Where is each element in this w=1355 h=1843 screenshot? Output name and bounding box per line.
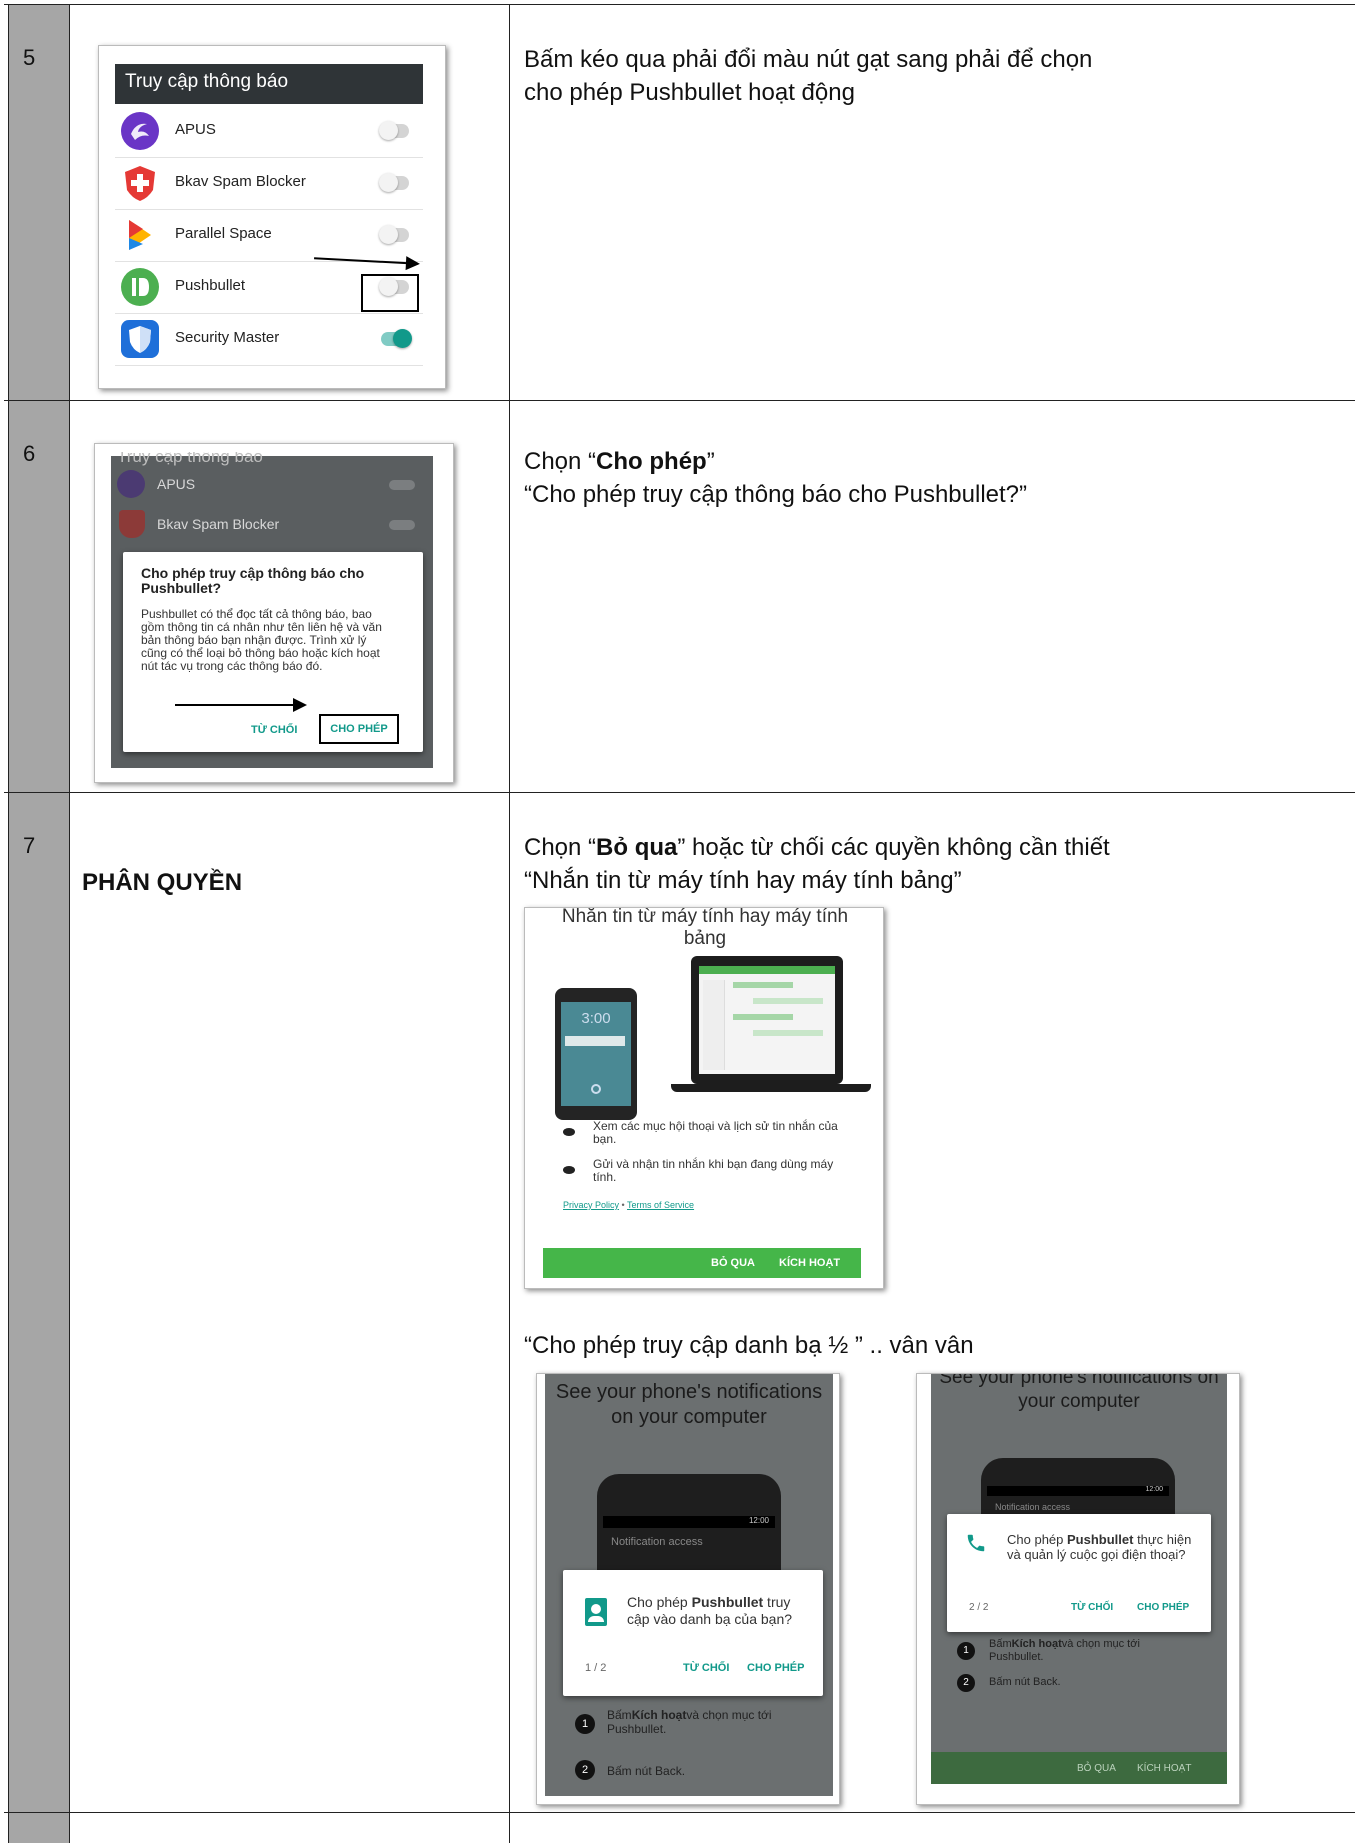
list-item-bkav[interactable]: Bkav Spam Blocker <box>115 158 423 210</box>
row-number: 6 <box>8 401 70 792</box>
table-row-5: 5 Truy cập thông báo APUS Bkav Spam Bloc… <box>4 4 1355 400</box>
laptop-illustration <box>691 956 843 1084</box>
screen-title: See your phone's notifications on your c… <box>939 1373 1219 1412</box>
security-shield-icon <box>121 320 159 358</box>
table-row-7: 7 PHÂN QUYỀN Chọn “Bỏ qua” hoặc từ chối … <box>4 792 1355 1812</box>
allow-button[interactable]: CHO PHÉP <box>747 1662 804 1674</box>
page-counter: 2 / 2 <box>969 1602 989 1613</box>
bullet-text: Xem các mục hội thoại và lịch sử tin nhắ… <box>593 1119 838 1146</box>
dialog-title: Cho phép truy cập thông báo cho Pushbull… <box>141 565 365 596</box>
permission-dialog: Cho phép Pushbullet thực hiện và quản lý… <box>947 1514 1211 1632</box>
permission-dialog: Cho phép truy cập thông báo cho Pushbull… <box>123 552 423 752</box>
row-number: 7 <box>8 793 70 1812</box>
permission-dialog: Cho phép Pushbullet truy cập vào danh bạ… <box>563 1570 823 1696</box>
privacy-policy-link[interactable]: Privacy Policy <box>563 1200 619 1210</box>
screen-title: See your phone's notifications on your c… <box>555 1381 823 1428</box>
toggle-switch[interactable] <box>379 225 409 244</box>
deny-button[interactable]: TỪ CHỐI <box>683 1662 729 1674</box>
table-row-8 <box>4 1812 1355 1843</box>
screenshot-sms-onboarding: Nhắn tin từ máy tính hay máy tính bảng 3… <box>524 907 884 1289</box>
app-name: Parallel Space <box>175 225 272 242</box>
page-counter: 1 / 2 <box>585 1662 607 1674</box>
shield-plus-icon <box>119 510 145 538</box>
list-item-parallel-space[interactable]: Parallel Space <box>115 210 423 262</box>
step-description-contacts: “Cho phép truy cập danh bạ ½ ” .. vân vâ… <box>524 1332 974 1359</box>
terms-link[interactable]: Terms of Service <box>627 1200 694 1210</box>
action-bar: BỎ QUA KÍCH HOẠT <box>543 1248 861 1278</box>
pushbullet-icon <box>121 268 159 306</box>
list-item-apus[interactable]: APUS <box>115 106 423 158</box>
activate-button[interactable]: KÍCH HOẠT <box>1137 1763 1191 1774</box>
shield-plus-icon <box>121 164 159 202</box>
highlight-box <box>361 274 419 312</box>
app-name: APUS <box>175 121 216 138</box>
phone-illustration: 3:00 <box>555 988 637 1120</box>
screenshot-allow-dialog: Truy cập thông báo APUS Bkav Spam Blocke… <box>94 443 454 783</box>
table-row-6: 6 Truy cập thông báo APUS Bkav Spam Bloc… <box>4 400 1355 792</box>
screen-header: Truy cập thông báo <box>115 64 423 104</box>
deny-button[interactable]: TỪ CHỐI <box>1071 1602 1113 1613</box>
list-item-security-master[interactable]: Security Master <box>115 314 423 366</box>
activate-button[interactable]: KÍCH HOẠT <box>779 1257 840 1269</box>
skip-button[interactable]: BỎ QUA <box>711 1257 755 1269</box>
step-1-badge: 1 <box>957 1642 975 1660</box>
section-title: PHÂN QUYỀN <box>82 869 243 896</box>
document-page: 5 Truy cập thông báo APUS Bkav Spam Bloc… <box>0 0 1355 1843</box>
dialog-body: Pushbullet có thể đọc tất cả thông báo, … <box>141 607 382 673</box>
screenshot-notification-access: Truy cập thông báo APUS Bkav Spam Blocke… <box>98 45 446 389</box>
apus-icon <box>117 470 145 498</box>
step-2-badge: 2 <box>575 1760 595 1780</box>
skip-button[interactable]: BỎ QUA <box>1077 1763 1116 1774</box>
step-1-badge: 1 <box>575 1714 595 1734</box>
row-number: 5 <box>8 5 70 400</box>
app-name: Security Master <box>175 329 280 346</box>
screenshot-calls-permission: See your phone's notifications on your c… <box>916 1373 1240 1805</box>
deny-button[interactable]: TỪ CHỐI <box>251 724 297 736</box>
bullet-icon <box>563 1166 575 1174</box>
action-bar: BỎ QUA KÍCH HOẠT <box>931 1752 1227 1784</box>
arrow-annotation <box>175 698 307 712</box>
toggle-switch[interactable] <box>379 173 409 192</box>
bullet-text: Gửi và nhận tin nhắn khi bạn đang dùng m… <box>593 1157 834 1184</box>
allow-button[interactable]: CHO PHÉP <box>1137 1602 1189 1613</box>
contacts-icon <box>585 1598 607 1626</box>
step-2-badge: 2 <box>957 1674 975 1692</box>
bullet-icon <box>563 1128 575 1136</box>
step-description: Chọn “Bỏ qua” hoặc từ chối các quyền khô… <box>524 834 1110 894</box>
allow-button[interactable]: CHO PHÉP <box>319 714 399 744</box>
toggle-switch[interactable] <box>379 121 409 140</box>
toggle-switch[interactable] <box>381 329 412 348</box>
apus-icon <box>121 112 159 150</box>
step-description: Bấm kéo qua phải đổi màu nút gạt sang ph… <box>524 46 1093 106</box>
app-name: Pushbullet <box>175 277 246 294</box>
screen-title: Nhắn tin từ máy tính hay máy tính bảng <box>561 907 849 949</box>
screenshot-contacts-permission: See your phone's notifications on your c… <box>536 1373 840 1805</box>
app-name: Bkav Spam Blocker <box>175 173 306 190</box>
parallel-space-icon <box>121 216 159 254</box>
phone-call-icon <box>965 1532 987 1559</box>
step-description: Chọn “Cho phép” “Cho phép truy cập thông… <box>524 448 1028 508</box>
